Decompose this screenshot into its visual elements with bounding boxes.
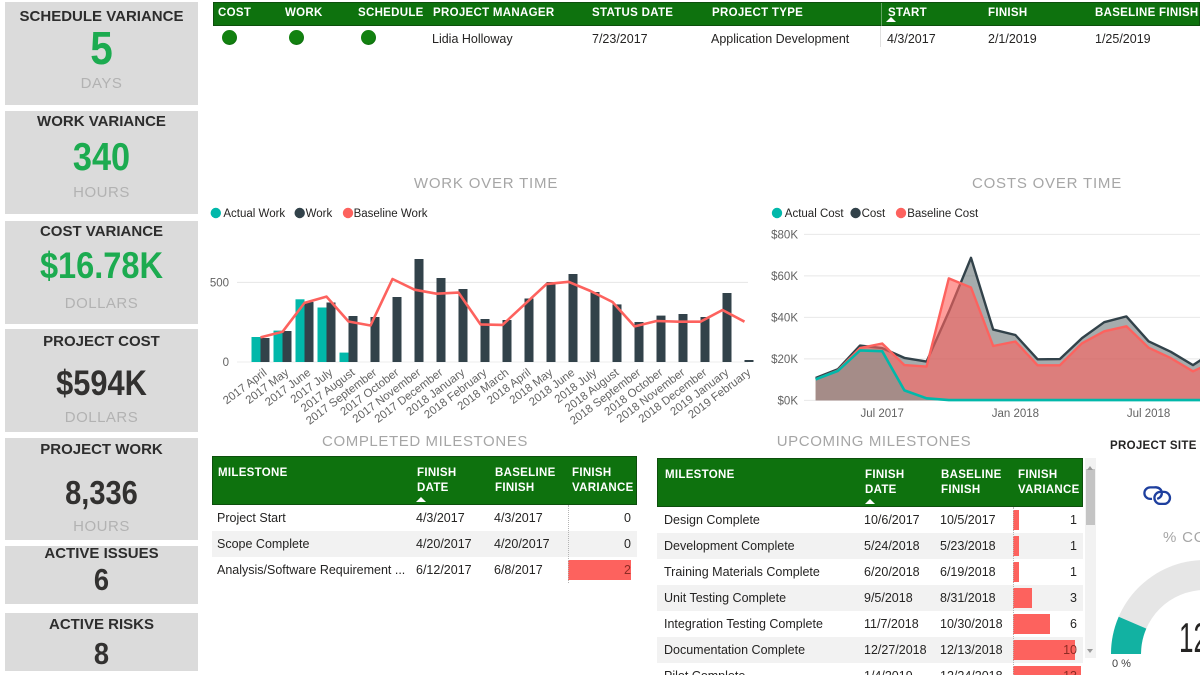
svg-text:500: 500 <box>210 277 229 289</box>
svg-text:% COMPLETE: % COMPLETE <box>1163 529 1200 546</box>
svg-text:Cost: Cost <box>862 208 886 220</box>
svg-text:0: 0 <box>223 357 229 369</box>
svg-text:Actual Cost: Actual Cost <box>785 208 845 220</box>
svg-text:0 %: 0 % <box>1112 658 1131 670</box>
svg-text:12.21%: 12.21% <box>1179 615 1200 662</box>
svg-text:$20K: $20K <box>771 354 798 366</box>
svg-text:WORK OVER TIME: WORK OVER TIME <box>414 175 558 192</box>
svg-text:$0K: $0K <box>778 395 799 407</box>
svg-text:COSTS OVER TIME: COSTS OVER TIME <box>972 175 1122 192</box>
svg-text:Actual Work: Actual Work <box>223 208 285 220</box>
svg-text:Jan 2018: Jan 2018 <box>992 408 1039 420</box>
svg-text:Jul 2018: Jul 2018 <box>1127 408 1170 420</box>
svg-text:$60K: $60K <box>771 271 798 283</box>
svg-text:$40K: $40K <box>771 312 798 324</box>
svg-text:Baseline Work: Baseline Work <box>354 208 428 220</box>
svg-text:Baseline Cost: Baseline Cost <box>907 208 979 220</box>
svg-text:Work: Work <box>306 208 333 220</box>
svg-text:Jul 2017: Jul 2017 <box>860 408 903 420</box>
svg-text:$80K: $80K <box>771 229 798 241</box>
